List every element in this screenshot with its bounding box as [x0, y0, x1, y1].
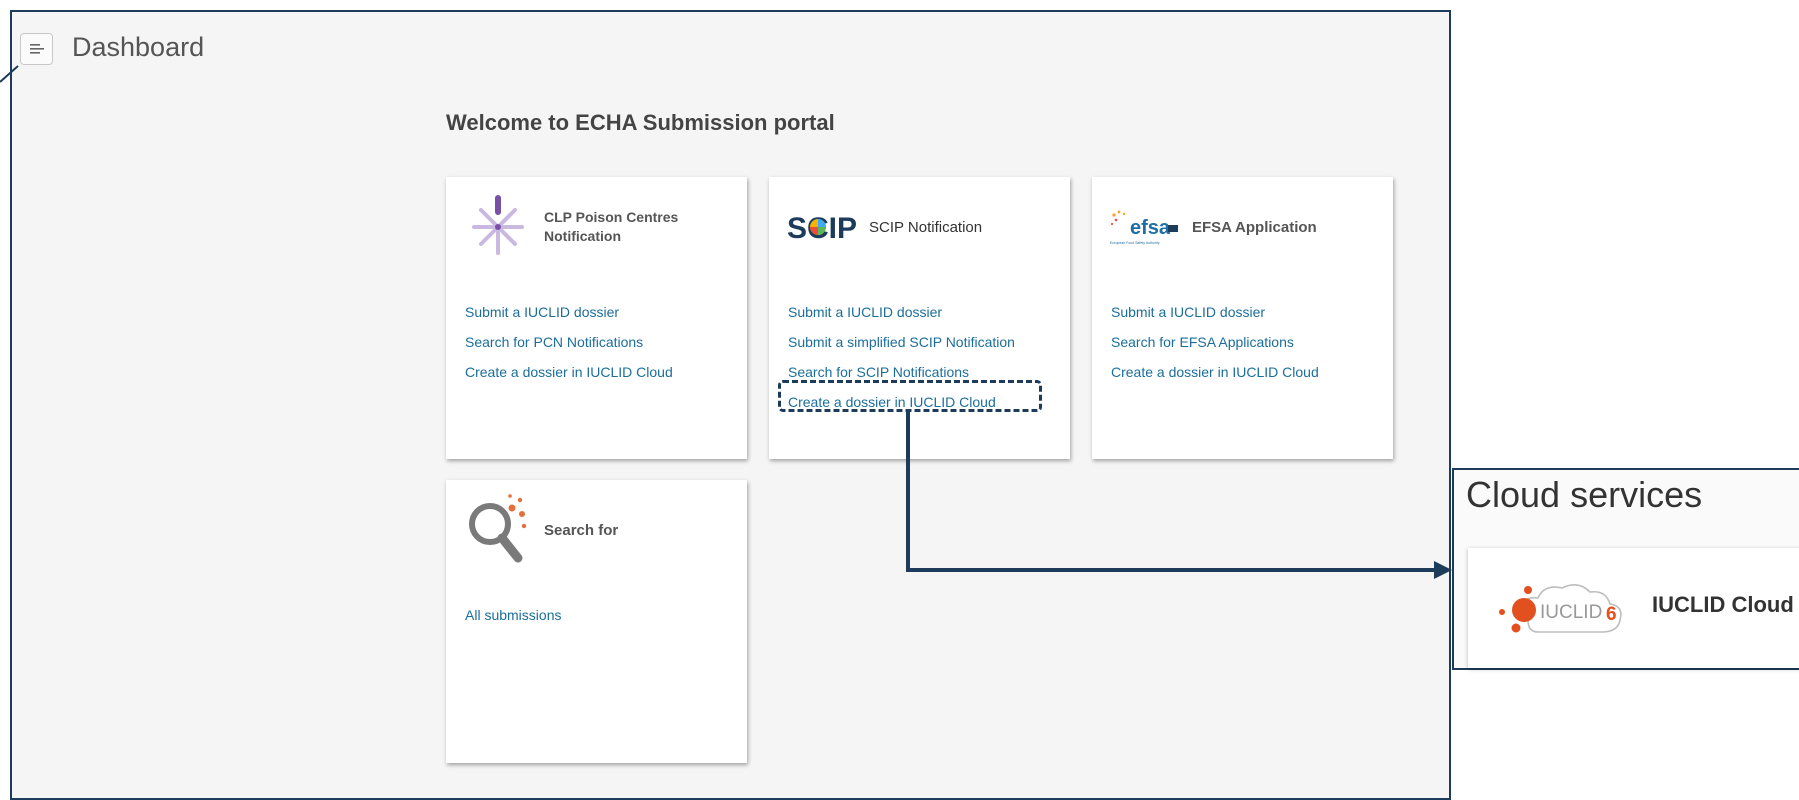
card-header: SCIP SCIP Notification [787, 187, 982, 267]
highlight-create-dossier [778, 380, 1042, 412]
menu-icon [29, 44, 44, 54]
create-dossier-iuclid-cloud-link[interactable]: Create a dossier in IUCLID Cloud [465, 357, 673, 387]
poison-centre-icon [472, 195, 524, 255]
card-poison-centres: CLP Poison Centres Notification Submit a… [446, 177, 747, 459]
card-search: Search for All submissions [446, 480, 747, 763]
search-pcn-notifications-link[interactable]: Search for PCN Notifications [465, 327, 673, 357]
svg-text:efsa: efsa [1130, 217, 1171, 239]
welcome-heading: Welcome to ECHA Submission portal [446, 110, 835, 135]
menu-toggle-button[interactable] [20, 33, 53, 65]
submit-iuclid-dossier-link[interactable]: Submit a IUCLID dossier [788, 297, 1015, 327]
submit-iuclid-dossier-link[interactable]: Submit a IUCLID dossier [465, 297, 673, 327]
card-scip: SCIP SCIP Notification Submit a IUCLID d… [769, 177, 1070, 459]
iuclid-logo: IUCLID 6 [1499, 584, 1622, 633]
svg-text:6: 6 [1606, 604, 1617, 625]
all-submissions-link[interactable]: All submissions [465, 600, 561, 630]
iuclid-cloud-card[interactable]: IUCLID 6 IUCLID Cloud [1468, 548, 1799, 668]
cloud-services-title: Cloud services [1466, 474, 1703, 515]
svg-text:European Food Safety Authority: European Food Safety Authority [1110, 241, 1160, 245]
submit-simplified-scip-link[interactable]: Submit a simplified SCIP Notification [788, 327, 1015, 357]
card-header: CLP Poison Centres Notification [464, 187, 694, 267]
search-magnifier-icon [469, 494, 527, 563]
connector-vertical [906, 409, 910, 572]
card-title: CLP Poison Centres Notification [544, 209, 679, 244]
cloud-services-panel: Cloud services IUCLID 6 IUCLID Cloud [1452, 468, 1799, 670]
arrow-head [1434, 561, 1452, 579]
card-header: efsa European Food Safety Authority EFSA… [1110, 187, 1317, 267]
search-efsa-applications-link[interactable]: Search for EFSA Applications [1111, 327, 1319, 357]
connector-horizontal [906, 568, 1440, 572]
iuclid-cloud-label: IUCLID Cloud [1652, 592, 1794, 617]
card-title: Search for [544, 521, 619, 539]
card-title: SCIP Notification [869, 218, 983, 236]
card-links: All submissions [465, 600, 561, 630]
card-efsa: efsa European Food Safety Authority EFSA… [1092, 177, 1393, 459]
card-links: Submit a IUCLID dossier Search for EFSA … [1111, 297, 1319, 387]
svg-text:IUCLID: IUCLID [1540, 602, 1602, 623]
pointer-line [0, 65, 19, 83]
card-header: Search for [464, 490, 618, 570]
scip-logo: SCIP [787, 212, 857, 244]
page-title: Dashboard [72, 32, 205, 62]
card-title: EFSA Application [1192, 218, 1317, 236]
efsa-logo: efsa European Food Safety Authority [1110, 210, 1178, 245]
submit-iuclid-dossier-link[interactable]: Submit a IUCLID dossier [1111, 297, 1319, 327]
create-dossier-iuclid-cloud-link[interactable]: Create a dossier in IUCLID Cloud [1111, 357, 1319, 387]
card-links: Submit a IUCLID dossier Search for PCN N… [465, 297, 673, 387]
